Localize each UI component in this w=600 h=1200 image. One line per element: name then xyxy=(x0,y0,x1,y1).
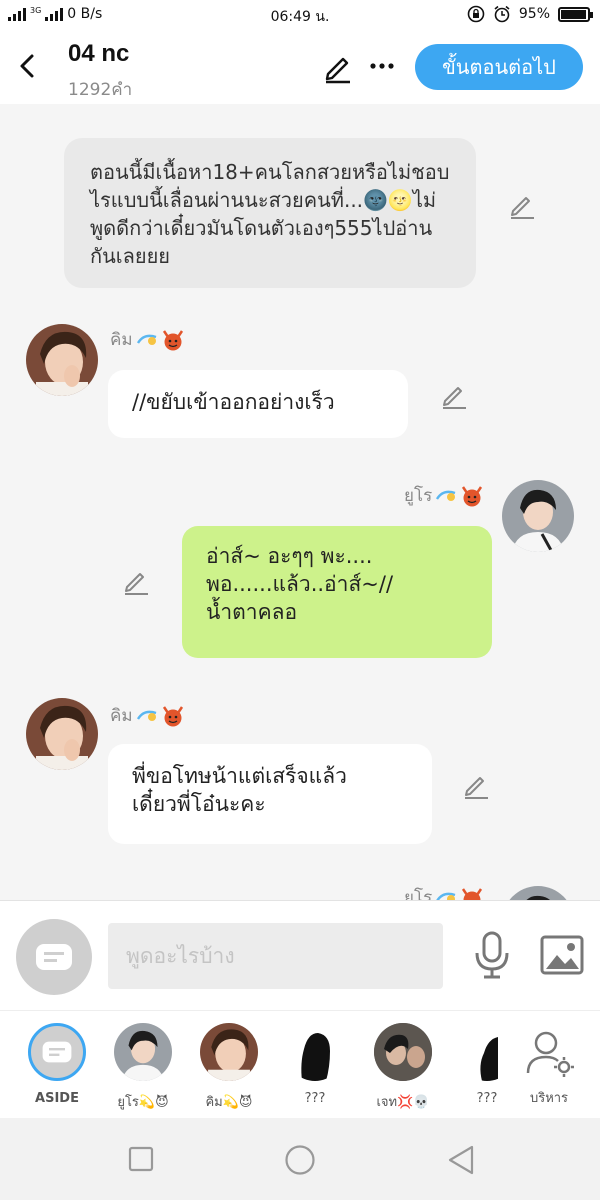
battery-icon xyxy=(558,6,593,22)
header: 04 nc 1292คำ ขั้นตอนต่อไป xyxy=(0,30,600,104)
speaker-label: ยูโร xyxy=(404,888,433,900)
speaker-name-kim: คิม xyxy=(110,326,185,353)
avatar-euro[interactable] xyxy=(502,886,574,900)
edit-message-icon[interactable] xyxy=(462,772,490,800)
comet-emoji-icon xyxy=(136,334,156,345)
status-bar: 3G 0 B/s 06:49 น. 95% xyxy=(0,0,600,30)
alarm-icon xyxy=(494,5,510,23)
character-label: ??? xyxy=(304,1091,326,1106)
battery-percent: 95% xyxy=(518,6,550,22)
more-options-icon[interactable] xyxy=(368,52,396,80)
character-selector: ASIDE ยูโร💫😈 คิม💫😈 ??? เจท💢💀 ??? บริหาร xyxy=(0,1010,600,1118)
avatar-euro[interactable] xyxy=(502,480,574,552)
avatar xyxy=(114,1023,172,1081)
manage-user-icon xyxy=(526,1031,574,1077)
speaker-name-euro: ยูโร xyxy=(404,482,484,509)
character-label: ??? xyxy=(476,1091,498,1106)
chat-area[interactable]: ตอนนี้มีเนื้อหา18+คนโลกสวยหรือไม่ชอบไรแบ… xyxy=(0,104,600,900)
edit-message-icon[interactable] xyxy=(122,568,150,596)
recent-apps-icon[interactable] xyxy=(128,1146,154,1172)
message-bubble-euro[interactable]: อ่าส์~ อะๆๆ พะ.... พอ......แล้ว..อ่าส์~/… xyxy=(182,526,492,658)
narration-bubble[interactable]: ตอนนี้มีเนื้อหา18+คนโลกสวยหรือไม่ชอบไรแบ… xyxy=(64,138,476,288)
aside-chat-icon xyxy=(28,1023,86,1081)
image-upload-icon[interactable] xyxy=(540,935,584,975)
aside-toggle-button[interactable] xyxy=(16,919,92,995)
home-icon[interactable] xyxy=(284,1144,316,1176)
edit-message-icon[interactable] xyxy=(508,192,536,220)
character-label: คิม💫😈 xyxy=(205,1095,253,1110)
edit-message-icon[interactable] xyxy=(440,382,468,410)
message-input[interactable] xyxy=(108,923,443,989)
comet-emoji-icon xyxy=(436,490,456,501)
microphone-icon[interactable] xyxy=(472,931,512,979)
next-step-button[interactable]: ขั้นตอนต่อไป xyxy=(415,44,583,90)
avatar xyxy=(374,1023,432,1081)
page-title: 04 nc xyxy=(68,40,130,67)
speaker-name-euro: ยูโร xyxy=(404,884,484,900)
back-icon[interactable] xyxy=(446,1144,476,1176)
speaker-label: คิม xyxy=(110,330,133,350)
character-unknown-1[interactable]: ??? xyxy=(280,1023,350,1106)
system-nav-bar xyxy=(0,1118,600,1200)
character-aside[interactable]: ASIDE xyxy=(22,1023,92,1106)
avatar-kim[interactable] xyxy=(26,324,98,396)
rotation-lock-icon xyxy=(467,5,485,23)
character-kim[interactable]: คิม💫😈 xyxy=(194,1023,264,1112)
back-arrow-icon[interactable] xyxy=(14,50,42,82)
character-label: ยูโร💫😈 xyxy=(117,1095,169,1110)
character-label: เจท💢💀 xyxy=(376,1095,430,1110)
devil-emoji-icon xyxy=(462,887,483,900)
chat-editor-screen: 3G 0 B/s 06:49 น. 95% 04 nc 1292คำ ขั้นต… xyxy=(0,0,600,1200)
silhouette-avatar xyxy=(458,1023,516,1081)
character-label: ASIDE xyxy=(35,1091,79,1106)
comet-emoji-icon xyxy=(136,710,156,721)
message-bubble-kim[interactable]: พี่ขอโทษน้าแต่เสร็จแล้ว เดี๋ยวพี่โอ๋นะคะ xyxy=(108,744,432,844)
edit-pencil-icon[interactable] xyxy=(322,52,354,84)
character-unknown-2[interactable]: ??? xyxy=(452,1023,522,1106)
character-label: บริหาร xyxy=(529,1091,569,1106)
avatar xyxy=(200,1023,258,1081)
speaker-label: ยูโร xyxy=(404,486,433,506)
avatar-kim[interactable] xyxy=(26,698,98,770)
aside-chat-icon xyxy=(36,944,72,970)
devil-emoji-icon xyxy=(462,485,483,506)
manage-characters[interactable]: บริหาร xyxy=(514,1023,584,1108)
devil-emoji-icon xyxy=(162,705,183,726)
speaker-name-kim: คิม xyxy=(110,702,185,729)
message-input-bar xyxy=(0,900,600,1010)
character-euro[interactable]: ยูโร💫😈 xyxy=(108,1023,178,1112)
character-jet[interactable]: เจท💢💀 xyxy=(368,1023,438,1112)
comet-emoji-icon xyxy=(436,892,456,900)
devil-emoji-icon xyxy=(162,329,183,350)
speaker-label: คิม xyxy=(110,706,133,726)
message-bubble-kim[interactable]: //ขยับเข้าออกอย่างเร็ว xyxy=(108,370,408,438)
word-count: 1292คำ xyxy=(68,80,133,100)
silhouette-avatar xyxy=(286,1023,344,1081)
